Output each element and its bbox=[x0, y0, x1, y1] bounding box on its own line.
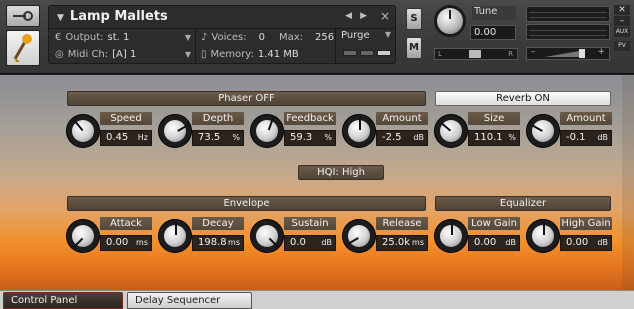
high-gain-knob[interactable] bbox=[526, 219, 560, 253]
attack-value[interactable]: 0.00 ms bbox=[100, 235, 152, 251]
reverb-amount-control: Amount -0.1 dB bbox=[526, 110, 614, 150]
depth-control: Depth 73.5% bbox=[158, 110, 246, 150]
close-instrument-icon[interactable]: ✕ bbox=[614, 5, 630, 15]
depth-knob[interactable] bbox=[158, 114, 192, 148]
phaser-amount-value[interactable]: -2.5 dB bbox=[376, 130, 428, 146]
hqi-selector[interactable]: HQI: High bbox=[298, 165, 384, 180]
instrument-nav-arrows[interactable]: ◀▶ bbox=[345, 11, 375, 21]
voices-display: ♪ Voices: 0 Max: 256 bbox=[201, 31, 335, 43]
phaser-amount-knob[interactable] bbox=[342, 114, 376, 148]
feedback-control: Feedback 59.3% bbox=[250, 110, 338, 150]
low-gain-control: Low Gain 0.00 dB bbox=[434, 215, 522, 255]
divider bbox=[49, 28, 395, 29]
phaser-toggle-button[interactable]: Phaser OFF bbox=[67, 91, 426, 106]
size-value[interactable]: 110.1% bbox=[468, 130, 520, 146]
release-knob[interactable] bbox=[342, 219, 376, 253]
instrument-side-buttons: ✕ – AUX PV bbox=[614, 5, 630, 52]
instrument-logo bbox=[6, 30, 40, 66]
instrument-header: ▼ Lamp Mallets ◀▶ × € Output: st. 1 ▼ ◎ M… bbox=[0, 0, 634, 74]
sustain-control: Sustain 0.0 dB bbox=[250, 215, 338, 255]
minimize-icon[interactable]: – bbox=[614, 16, 630, 26]
low-gain-value[interactable]: 0.00 dB bbox=[468, 235, 520, 251]
pan-slider[interactable]: L R bbox=[434, 48, 518, 60]
equalizer-header: Equalizer bbox=[435, 196, 611, 211]
divider bbox=[195, 28, 196, 64]
sustain-value[interactable]: 0.0 dB bbox=[284, 235, 336, 251]
output-icon: € bbox=[55, 31, 62, 43]
reverb-amount-knob[interactable] bbox=[526, 114, 560, 148]
level-meter-left bbox=[526, 6, 610, 22]
size-knob[interactable] bbox=[434, 114, 468, 148]
instrument-info-panel: ▼ Lamp Mallets ◀▶ × € Output: st. 1 ▼ ◎ M… bbox=[48, 5, 396, 64]
midi-channel-selector[interactable]: ◎ Midi Ch: [A] 1 ▼ bbox=[55, 47, 191, 61]
collapse-triangle-icon[interactable]: ▼ bbox=[57, 13, 64, 23]
level-meter-right bbox=[526, 24, 610, 40]
tune-label: Tune bbox=[472, 6, 516, 20]
mute-button[interactable]: M bbox=[406, 37, 422, 59]
low-gain-knob[interactable] bbox=[434, 219, 468, 253]
speed-value[interactable]: 0.45 Hz bbox=[100, 130, 152, 146]
divider bbox=[335, 28, 336, 64]
sustain-knob[interactable] bbox=[250, 219, 284, 253]
decay-knob[interactable] bbox=[158, 219, 192, 253]
size-control: Size 110.1% bbox=[434, 110, 522, 150]
pan-slider-thumb[interactable] bbox=[469, 50, 481, 58]
depth-value[interactable]: 73.5% bbox=[192, 130, 244, 146]
tab-delay-sequencer[interactable]: Delay Sequencer bbox=[127, 292, 252, 309]
speed-knob[interactable] bbox=[66, 114, 100, 148]
feedback-value[interactable]: 59.3% bbox=[284, 130, 336, 146]
speed-control: Speed 0.45 Hz bbox=[66, 110, 154, 150]
envelope-header: Envelope bbox=[67, 196, 426, 211]
volume-slider-thumb[interactable] bbox=[579, 49, 585, 58]
decay-value[interactable]: 198.8 ms bbox=[192, 235, 244, 251]
instrument-title[interactable]: ▼ Lamp Mallets bbox=[57, 9, 168, 24]
decay-control: Decay 198.8 ms bbox=[158, 215, 246, 255]
volume-slider[interactable]: – + bbox=[526, 47, 610, 60]
bottom-tab-bar: Control Panel Delay Sequencer bbox=[0, 290, 634, 309]
aux-button[interactable]: AUX bbox=[614, 27, 630, 37]
high-gain-value[interactable]: 0.00 dB bbox=[560, 235, 612, 251]
memory-icon: ▯ bbox=[201, 48, 207, 60]
output-selector[interactable]: € Output: st. 1 ▼ bbox=[55, 30, 191, 44]
midi-icon: ◎ bbox=[55, 48, 64, 60]
feedback-knob[interactable] bbox=[250, 114, 284, 148]
release-value[interactable]: 25.0k ms bbox=[376, 235, 428, 251]
reverb-amount-value[interactable]: -0.1 dB bbox=[560, 130, 612, 146]
control-panel bbox=[0, 75, 634, 290]
tune-knob[interactable] bbox=[434, 5, 466, 37]
memory-display: ▯ Memory: 1.41 MB bbox=[201, 48, 299, 60]
reverb-toggle-button[interactable]: Reverb ON bbox=[435, 91, 611, 106]
tune-value[interactable]: 0.00 bbox=[470, 25, 516, 40]
phaser-amount-control: Amount -2.5 dB bbox=[342, 110, 430, 150]
purge-indicator bbox=[343, 50, 391, 56]
high-gain-control: High Gain 0.00 dB bbox=[526, 215, 614, 255]
max-voices-value[interactable]: 256 bbox=[315, 32, 334, 43]
pv-button[interactable]: PV bbox=[614, 41, 630, 51]
wrench-icon bbox=[13, 11, 33, 21]
dropdown-arrow-icon: ▼ bbox=[184, 49, 191, 59]
attack-control: Attack 0.00 ms bbox=[66, 215, 154, 255]
attack-knob[interactable] bbox=[66, 219, 100, 253]
edit-instrument-button[interactable] bbox=[6, 5, 40, 27]
mallet-icon bbox=[13, 34, 32, 62]
solo-button[interactable]: S bbox=[406, 8, 422, 30]
release-control: Release 25.0k ms bbox=[342, 215, 430, 255]
purge-dropdown[interactable]: Purge ▼ bbox=[341, 30, 393, 44]
voices-icon: ♪ bbox=[201, 31, 208, 43]
dropdown-arrow-icon: ▼ bbox=[184, 32, 191, 42]
dropdown-arrow-icon: ▼ bbox=[384, 30, 391, 39]
close-icon[interactable]: × bbox=[380, 9, 390, 23]
tab-control-panel[interactable]: Control Panel bbox=[3, 292, 123, 309]
panel-scroll-strip bbox=[622, 75, 634, 290]
